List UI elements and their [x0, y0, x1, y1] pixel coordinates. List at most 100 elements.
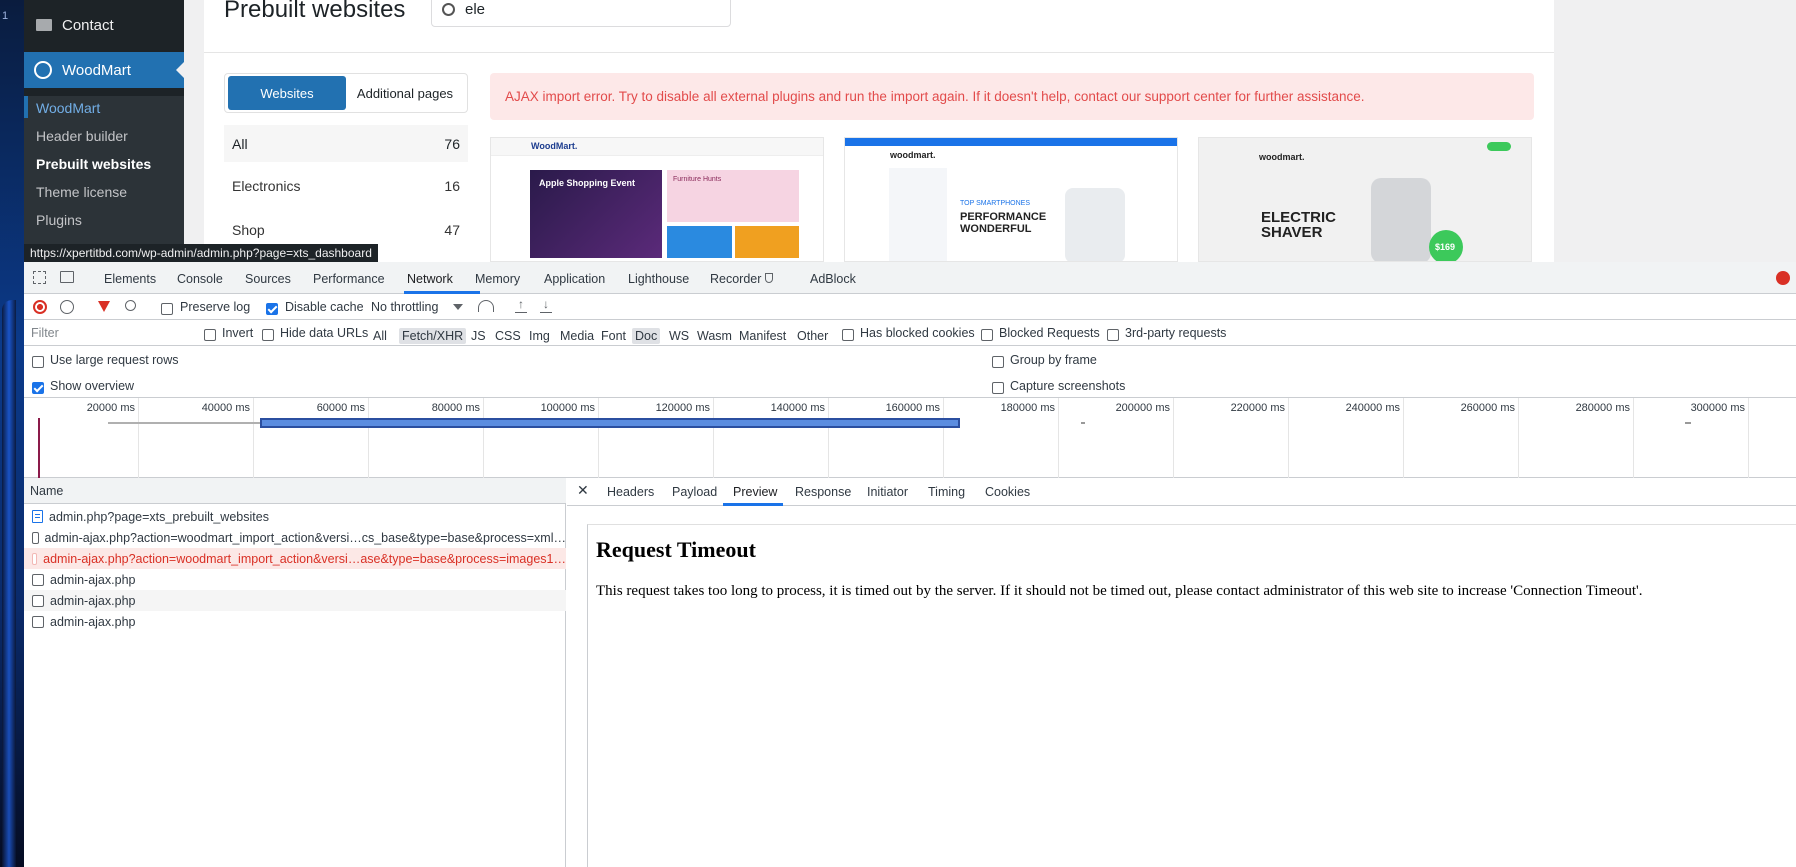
- tab-headers[interactable]: Headers: [607, 485, 654, 499]
- request-row[interactable]: admin.php?page=xts_prebuilt_websites: [24, 506, 566, 527]
- tab-payload[interactable]: Payload: [672, 485, 717, 499]
- filter-input[interactable]: Filter: [31, 326, 191, 344]
- inspect-element-icon[interactable]: [33, 271, 46, 284]
- menu-contact-label: Contact: [62, 16, 114, 34]
- tab-memory[interactable]: Memory: [475, 272, 520, 286]
- tab-console[interactable]: Console: [177, 272, 223, 286]
- tab-network[interactable]: Network: [407, 272, 453, 286]
- tab-response[interactable]: Response: [795, 485, 851, 499]
- third-party-checkbox[interactable]: [1107, 327, 1119, 341]
- import-error-alert: AJAX import error. Try to disable all ex…: [490, 73, 1534, 120]
- filter-icon[interactable]: [98, 301, 110, 312]
- group-by-frame-checkbox[interactable]: [992, 354, 1004, 368]
- request-details: ✕ Headers Payload Preview Response Initi…: [567, 478, 1796, 867]
- show-overview-checkbox[interactable]: [32, 380, 44, 394]
- website-thumbnail[interactable]: WoodMart. Apple Shopping Event Furniture…: [490, 137, 824, 262]
- overview-request-bar: [260, 418, 960, 428]
- preview-heading: Request Timeout: [596, 537, 756, 562]
- thumb-headline: Apple Shopping Event: [539, 178, 635, 188]
- menu-contact[interactable]: Contact: [24, 10, 184, 40]
- filter-type-fetch-xhr[interactable]: Fetch/XHR: [399, 328, 467, 344]
- wp-admin-sidebar: Contact WoodMart WoodMart Header builder…: [24, 0, 184, 262]
- filter-type-all[interactable]: All: [370, 328, 390, 344]
- network-conditions-icon[interactable]: [478, 300, 494, 312]
- request-row[interactable]: admin-ajax.php: [24, 590, 566, 611]
- tab-initiator[interactable]: Initiator: [867, 485, 908, 499]
- overview-tick-label: 300000 ms: [1690, 402, 1745, 414]
- close-icon[interactable]: ✕: [577, 482, 589, 499]
- tab-adblock[interactable]: AdBlock: [810, 272, 856, 286]
- filter-type-wasm[interactable]: Wasm: [694, 328, 735, 344]
- record-icon[interactable]: [33, 300, 47, 314]
- tab-recorder[interactable]: Recorder: [710, 272, 761, 286]
- category-all[interactable]: All 76: [224, 125, 468, 162]
- has-blocked-cookies-checkbox[interactable]: [842, 327, 854, 341]
- devtools: Elements Console Sources Performance Net…: [24, 262, 1796, 867]
- error-count-icon[interactable]: [1776, 271, 1790, 285]
- invert-label: Invert: [222, 326, 254, 340]
- tab-performance[interactable]: Performance: [313, 272, 385, 286]
- submenu-header-builder[interactable]: Header builder: [36, 128, 128, 144]
- filter-type-ws[interactable]: WS: [666, 328, 692, 344]
- flask-icon: [765, 273, 773, 283]
- filter-type-js[interactable]: JS: [468, 328, 489, 344]
- website-thumbnail[interactable]: woodmart. TOP SMARTPHONES PERFORMANCE WO…: [844, 137, 1178, 262]
- thumb-headline: PERFORMANCE WONDERFUL: [960, 211, 1047, 235]
- submenu-prebuilt-websites[interactable]: Prebuilt websites: [36, 156, 151, 172]
- request-row[interactable]: admin-ajax.php: [24, 569, 566, 590]
- device-toolbar-icon[interactable]: [60, 271, 74, 283]
- throttling-select[interactable]: No throttling: [371, 300, 438, 314]
- filter-type-css[interactable]: CSS: [492, 328, 524, 344]
- request-name: admin-ajax.php: [50, 593, 136, 608]
- search-input[interactable]: ele: [431, 0, 731, 27]
- filter-type-media[interactable]: Media: [557, 328, 597, 344]
- tab-additional-pages[interactable]: Additional pages: [346, 86, 464, 101]
- tab-elements[interactable]: Elements: [104, 272, 156, 286]
- name-column-header[interactable]: Name: [24, 478, 566, 504]
- menu-woodmart[interactable]: WoodMart: [24, 52, 184, 88]
- hide-data-urls-checkbox[interactable]: [262, 327, 274, 341]
- overview-tick-label: 200000 ms: [1115, 402, 1170, 414]
- tab-timing[interactable]: Timing: [928, 485, 965, 499]
- filter-type-manifest[interactable]: Manifest: [736, 328, 789, 344]
- import-har-icon[interactable]: ↑: [515, 298, 527, 313]
- invert-checkbox[interactable]: [204, 327, 216, 341]
- filter-type-doc[interactable]: Doc: [632, 328, 661, 344]
- filter-type-img[interactable]: Img: [526, 328, 553, 344]
- request-row[interactable]: admin-ajax.php: [24, 611, 566, 632]
- request-name: admin-ajax.php?action=woodmart_import_ac…: [43, 551, 566, 566]
- woodmart-logo-icon: [34, 61, 52, 79]
- network-overview[interactable]: 20000 ms 40000 ms 60000 ms 80000 ms 1000…: [24, 398, 1796, 478]
- blocked-requests-checkbox[interactable]: [981, 327, 993, 341]
- preserve-log-checkbox[interactable]: [161, 301, 173, 315]
- chevron-down-icon[interactable]: [453, 304, 463, 310]
- tab-application[interactable]: Application: [544, 272, 605, 286]
- capture-screenshots-checkbox[interactable]: [992, 380, 1004, 394]
- export-har-icon[interactable]: ↓: [540, 298, 552, 313]
- request-name: admin.php?page=xts_prebuilt_websites: [49, 509, 269, 524]
- request-row[interactable]: admin-ajax.php?action=woodmart_import_ac…: [24, 527, 566, 548]
- category-shop[interactable]: Shop 47: [224, 211, 468, 248]
- details-tab-bar: ✕ Headers Payload Preview Response Initi…: [567, 478, 1796, 506]
- large-rows-checkbox[interactable]: [32, 354, 44, 368]
- header-divider: [204, 52, 1554, 53]
- tab-cookies[interactable]: Cookies: [985, 485, 1030, 499]
- disable-cache-checkbox[interactable]: [266, 301, 278, 315]
- search-icon[interactable]: [125, 300, 136, 311]
- submenu-plugins[interactable]: Plugins: [36, 212, 82, 228]
- tab-lighthouse[interactable]: Lighthouse: [628, 272, 689, 286]
- filter-type-other[interactable]: Other: [794, 328, 831, 344]
- tab-sources[interactable]: Sources: [245, 272, 291, 286]
- submenu-theme-license[interactable]: Theme license: [36, 184, 127, 200]
- category-electronics[interactable]: Electronics 16: [224, 167, 468, 204]
- tab-websites[interactable]: Websites: [228, 76, 346, 110]
- submenu-woodmart[interactable]: WoodMart: [36, 100, 100, 116]
- xhr-icon: [32, 552, 38, 565]
- overview-tick-label: 220000 ms: [1230, 402, 1285, 414]
- website-thumbnail[interactable]: woodmart. ELECTRIC SHAVER $169: [1198, 137, 1532, 262]
- clear-icon[interactable]: [60, 300, 74, 314]
- tab-preview[interactable]: Preview: [733, 485, 777, 499]
- request-row[interactable]: admin-ajax.php?action=woodmart_import_ac…: [24, 548, 566, 569]
- filter-type-font[interactable]: Font: [598, 328, 629, 344]
- blocked-requests-label: Blocked Requests: [999, 326, 1100, 340]
